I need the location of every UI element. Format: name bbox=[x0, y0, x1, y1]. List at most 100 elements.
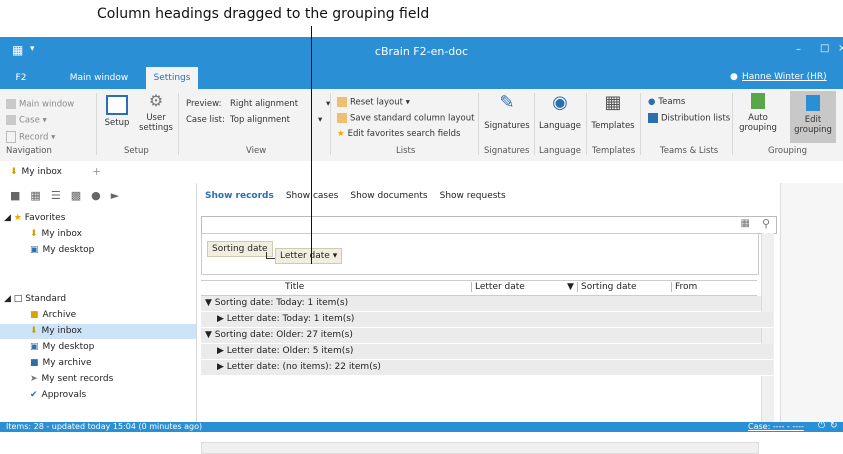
group-row[interactable]: ▼ Sorting date: Older: 27 item(s) bbox=[201, 328, 761, 344]
column-header-sorting-date[interactable]: Sorting date bbox=[577, 282, 637, 292]
show-cases-link[interactable]: Show cases bbox=[286, 191, 339, 201]
sync-icon[interactable]: ↻ bbox=[830, 421, 838, 431]
maximize-button[interactable]: □ bbox=[820, 43, 829, 54]
edit-grouping-button[interactable]: Edit grouping bbox=[790, 91, 836, 143]
print-icon[interactable]: ▩ bbox=[71, 189, 91, 202]
group-label-navigation: Navigation bbox=[6, 146, 52, 156]
minimize-button[interactable]: – bbox=[796, 44, 801, 55]
group-row[interactable]: ▼ Sorting date: Today: 1 item(s) bbox=[201, 296, 761, 312]
tab-settings[interactable]: Settings bbox=[146, 67, 198, 89]
teams-icon: ● bbox=[648, 97, 656, 107]
tree-item-sent-records[interactable]: ➤ My sent records bbox=[30, 372, 113, 387]
table-icon bbox=[337, 97, 347, 107]
auto-grouping-button[interactable]: Auto grouping bbox=[738, 93, 778, 133]
case-icon bbox=[6, 115, 16, 125]
search-icon[interactable]: ⚲ bbox=[762, 217, 770, 230]
expand-icon: ◢ bbox=[4, 294, 11, 304]
caselist-alignment-select[interactable]: Top alignment ▾ bbox=[230, 115, 322, 125]
tree-standard[interactable]: ◢ □ Standard bbox=[4, 292, 66, 307]
tree-item-my-inbox[interactable]: ⬇ My inbox bbox=[0, 324, 196, 339]
new-case-icon[interactable]: ▦ bbox=[30, 189, 50, 202]
forward-icon[interactable]: ► bbox=[111, 189, 129, 202]
star-icon: ★ bbox=[13, 213, 22, 223]
ribbon-separator bbox=[732, 93, 733, 155]
user-name-link[interactable]: Hanne Winter (HR) bbox=[742, 72, 827, 82]
group-label-language: Language bbox=[539, 146, 581, 156]
tree-favorites[interactable]: ◢ ★ Favorites bbox=[4, 211, 65, 226]
language-button[interactable]: ◉ Language bbox=[537, 92, 583, 132]
save-layout-button[interactable]: Save standard column layout bbox=[337, 113, 474, 124]
tab-main-window[interactable]: Main window bbox=[66, 67, 132, 89]
ribbon-separator bbox=[534, 93, 535, 155]
add-tab-button[interactable]: + bbox=[92, 165, 101, 178]
close-button[interactable]: × bbox=[838, 43, 843, 54]
setup-button[interactable]: Setup bbox=[104, 95, 130, 128]
group-row[interactable]: ▶ Letter date: Older: 5 item(s) bbox=[201, 344, 773, 360]
show-requests-link[interactable]: Show requests bbox=[440, 191, 506, 201]
group-chip-sorting-date[interactable]: Sorting date bbox=[207, 241, 273, 257]
nav-main-window[interactable]: Main window bbox=[6, 99, 74, 110]
column-header-letter-date[interactable]: Letter date bbox=[471, 282, 525, 292]
group-chip-letter-date[interactable]: Letter date ▾ bbox=[275, 248, 343, 264]
annotation-caption: Column headings dragged to the grouping … bbox=[97, 6, 430, 22]
grouping-field[interactable]: Sorting date Letter date ▾ bbox=[201, 233, 759, 275]
inbox-icon: ⬇ bbox=[10, 167, 18, 177]
tree-item-archive[interactable]: ■ Archive bbox=[30, 308, 76, 323]
annotation-pointer-line bbox=[311, 26, 312, 264]
gear-icon: ⚙ bbox=[148, 91, 164, 110]
tab-f2[interactable]: F2 bbox=[6, 67, 36, 89]
auto-grouping-icon bbox=[751, 93, 765, 109]
collapse-icon: ▼ bbox=[205, 330, 212, 340]
templates-button[interactable]: ▦ Templates bbox=[589, 93, 637, 132]
navigation-pane: ■▦☰▩●► ◢ ★ Favorites ⬇ My inbox ▣ My deskt… bbox=[0, 183, 197, 432]
user-settings-button[interactable]: ⚙ User settings bbox=[138, 91, 174, 134]
distribution-lists-button[interactable]: Distribution lists bbox=[648, 113, 730, 124]
horizontal-scrollbar[interactable] bbox=[201, 442, 759, 454]
app-window: ▦ ▾ cBrain F2-en-doc – □ × F2 Main windo… bbox=[0, 37, 843, 454]
nav-record[interactable]: Record ▾ bbox=[6, 131, 55, 143]
reset-layout-button[interactable]: Reset layout ▾ bbox=[337, 97, 410, 108]
new-record-icon[interactable]: ■ bbox=[10, 189, 30, 202]
signatures-button[interactable]: ✎ Signatures bbox=[482, 93, 532, 132]
show-documents-link[interactable]: Show documents bbox=[350, 191, 427, 201]
globe-icon: ◉ bbox=[552, 92, 568, 113]
search-options-icon[interactable]: ▦ bbox=[741, 218, 750, 229]
teams-button[interactable]: ● Teams bbox=[648, 97, 685, 107]
chevron-down-icon: ▾ bbox=[318, 115, 323, 125]
tree-item-fav-inbox[interactable]: ⬇ My inbox bbox=[30, 227, 82, 242]
group-label-signatures: Signatures bbox=[484, 146, 530, 156]
preview-pane bbox=[780, 183, 843, 432]
preview-label: Preview: bbox=[186, 99, 222, 109]
nav-case[interactable]: Case ▾ bbox=[6, 115, 47, 126]
column-header-from[interactable]: From bbox=[671, 282, 697, 292]
group-row[interactable]: ▶ Letter date: (no items): 22 item(s) bbox=[201, 360, 773, 376]
sort-down-icon: ▼ bbox=[567, 282, 574, 292]
vertical-scrollbar[interactable] bbox=[761, 233, 774, 428]
search-input[interactable]: ▦ ⚲ bbox=[201, 216, 777, 234]
show-records-link[interactable]: Show records bbox=[205, 191, 274, 201]
group-label-templates: Templates bbox=[592, 146, 636, 156]
expand-icon: ▶ bbox=[217, 346, 224, 356]
group-label-teams-lists: Teams & Lists bbox=[660, 146, 719, 156]
list-view-icon[interactable]: ☰ bbox=[51, 189, 71, 202]
folder-icon: □ bbox=[13, 294, 23, 304]
results-pane: Show records Show cases Show documents Show… bbox=[197, 183, 780, 454]
edit-favorites-button[interactable]: ★ Edit favorites search fields bbox=[337, 129, 460, 139]
expand-icon: ▶ bbox=[217, 362, 224, 372]
edit-grouping-icon bbox=[806, 95, 820, 111]
inbox-icon: ⬇ bbox=[30, 229, 38, 239]
preview-alignment-select[interactable]: Right alignment ▾ bbox=[230, 99, 330, 109]
expand-icon: ◢ bbox=[4, 213, 11, 223]
archive-icon: ■ bbox=[30, 358, 39, 368]
team-icon[interactable]: ● bbox=[91, 189, 111, 202]
power-icon[interactable]: ⏻ bbox=[818, 421, 825, 431]
chevron-down-icon: ▾ bbox=[332, 251, 338, 261]
tree-item-approvals[interactable]: ✔ Approvals bbox=[30, 388, 86, 403]
group-row[interactable]: ▶ Letter date: Today: 1 item(s) bbox=[201, 312, 773, 328]
ribbon-separator bbox=[330, 93, 331, 155]
column-header-title[interactable]: Title bbox=[285, 282, 304, 292]
tree-item-my-archive[interactable]: ■ My archive bbox=[30, 356, 92, 371]
tree-item-my-desktop[interactable]: ▣ My desktop bbox=[30, 340, 94, 355]
tab-my-inbox[interactable]: ⬇ My inbox bbox=[4, 161, 68, 185]
tree-item-fav-desktop[interactable]: ▣ My desktop bbox=[30, 243, 94, 258]
